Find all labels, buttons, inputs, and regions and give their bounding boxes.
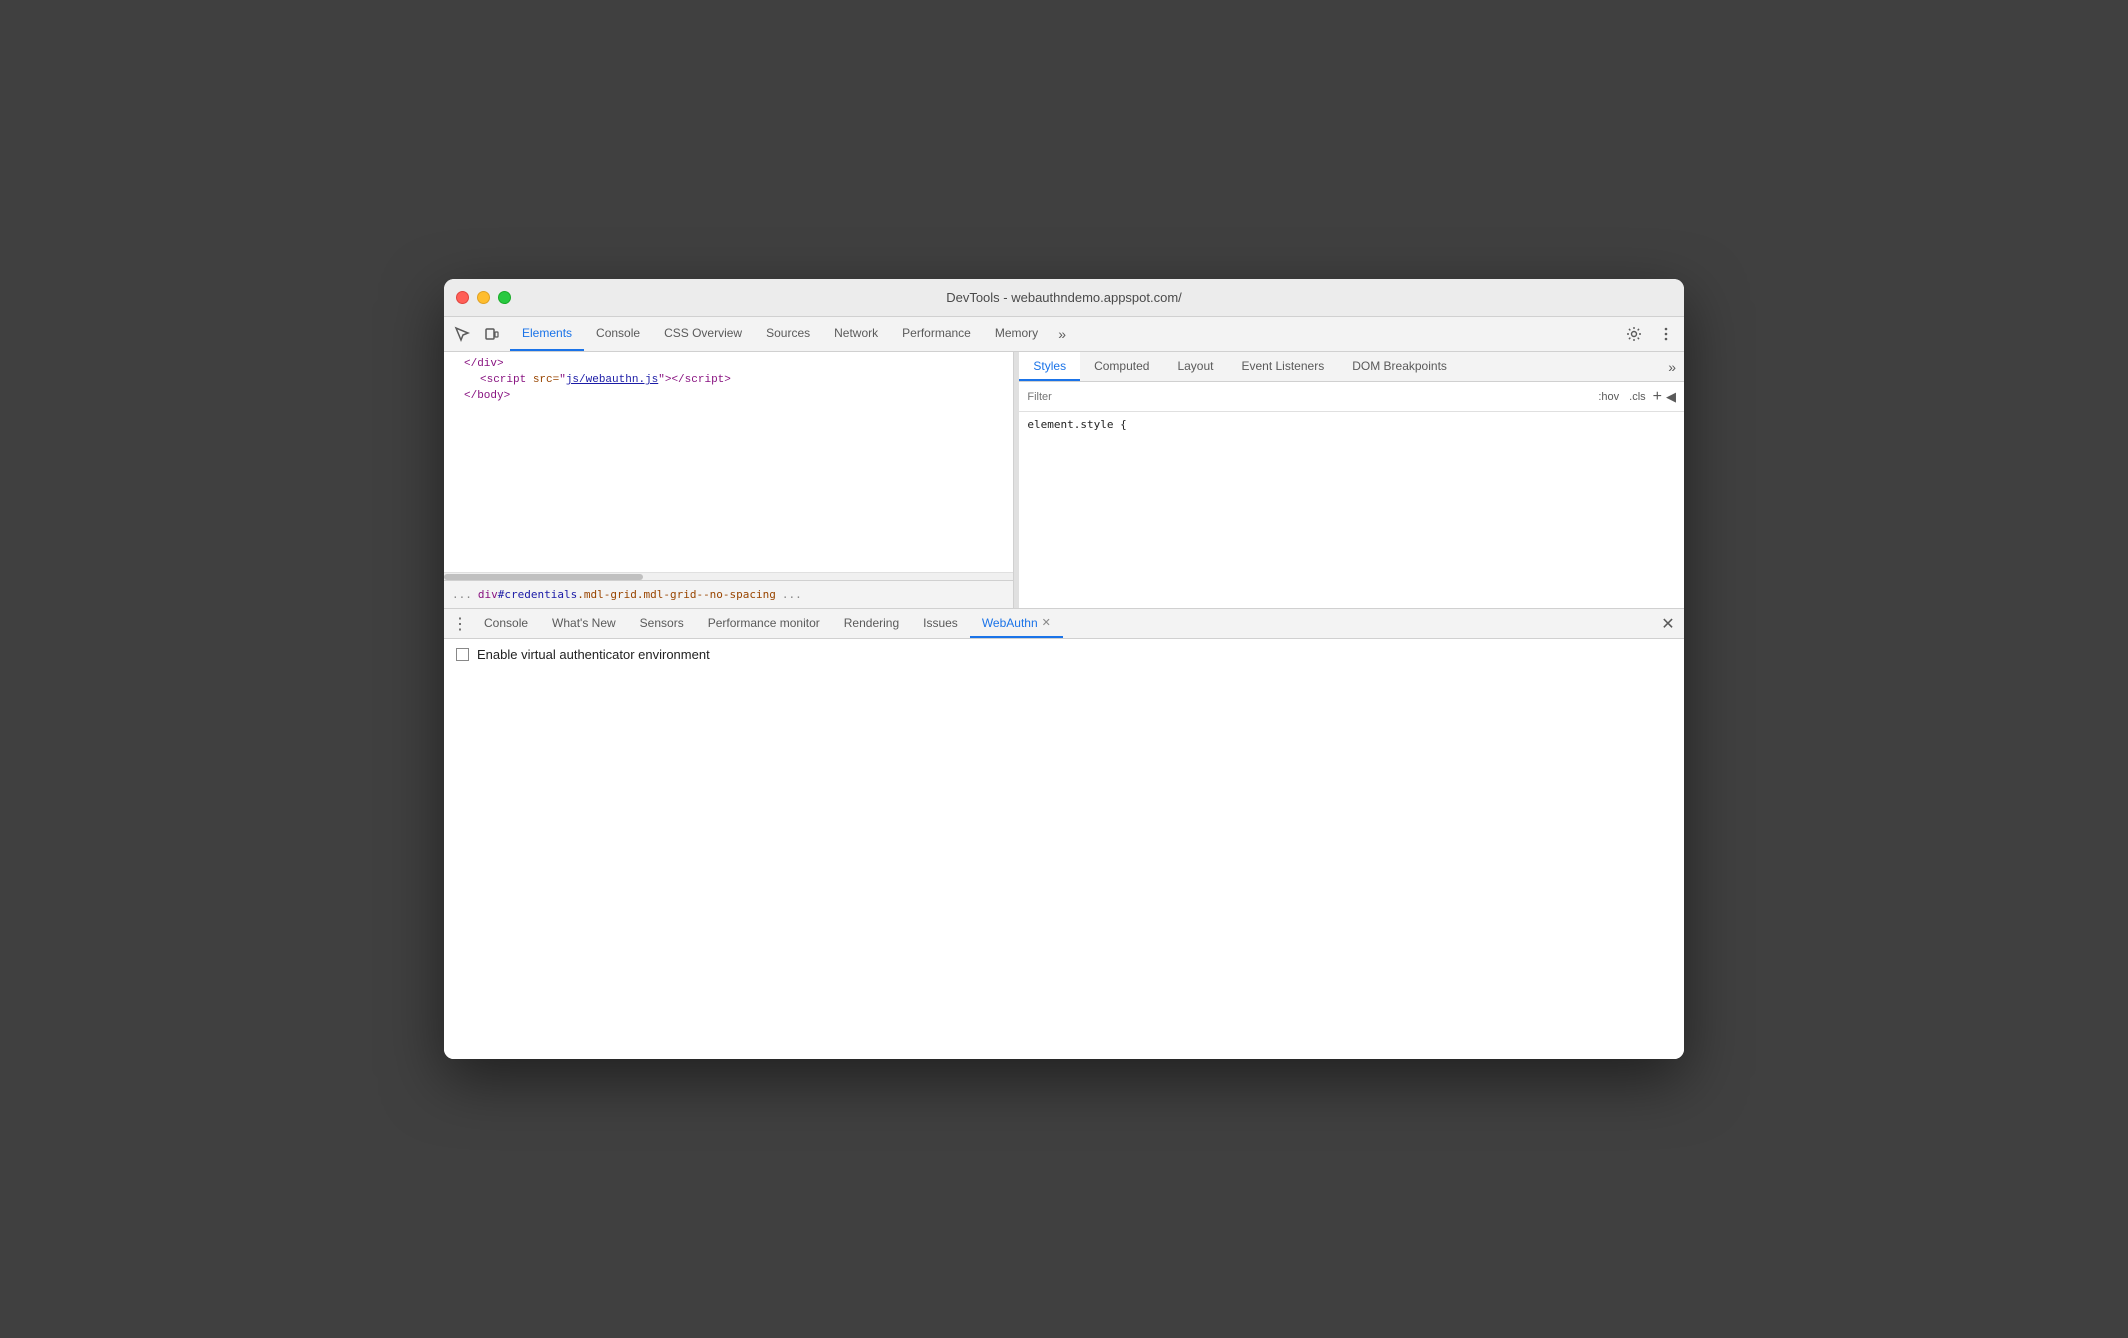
bottom-tab-whats-new[interactable]: What's New — [540, 609, 628, 638]
tab-console[interactable]: Console — [584, 317, 652, 351]
breadcrumb: ... div#credentials.mdl-grid.mdl-grid--n… — [444, 580, 1013, 608]
tab-memory[interactable]: Memory — [983, 317, 1050, 351]
devtools-bottom-panel: ⋮ Console What's New Sensors Performance… — [444, 608, 1684, 1059]
elements-line-3: </body> — [444, 388, 1013, 404]
styles-filter-buttons: :hov .cls + ◀ — [1595, 389, 1676, 405]
breadcrumb-item[interactable]: div#credentials.mdl-grid.mdl-grid--no-sp… — [478, 588, 776, 601]
elements-line-1: </div> — [444, 356, 1013, 372]
scrollbar-thumb — [444, 574, 643, 580]
styles-tab-more-icon[interactable]: » — [1660, 352, 1684, 381]
tab-more-icon[interactable]: » — [1050, 317, 1074, 351]
devtools-window: DevTools - webauthndemo.appspot.com/ — [444, 279, 1684, 1059]
devtools-tabs: Elements Console CSS Overview Sources Ne… — [510, 317, 1620, 351]
styles-tabs: Styles Computed Layout Event Listeners D… — [1019, 352, 1684, 382]
styles-content: element.style { — [1019, 412, 1684, 608]
panel-styles: Styles Computed Layout Event Listeners D… — [1019, 352, 1684, 608]
bottom-tab-rendering[interactable]: Rendering — [832, 609, 911, 638]
elements-line-2[interactable]: <script src="js/webauthn.js"></script> — [444, 372, 1013, 388]
styles-filter-input[interactable] — [1027, 391, 1595, 403]
filter-add-button[interactable]: + — [1653, 389, 1662, 405]
styles-tab-layout[interactable]: Layout — [1163, 352, 1227, 381]
breadcrumb-more[interactable]: ... — [782, 588, 802, 601]
traffic-lights — [456, 291, 511, 304]
bottom-tab-webauthn[interactable]: WebAuthn ✕ — [970, 609, 1063, 638]
elements-tree: </div> <script src="js/webauthn.js"></sc… — [444, 352, 1013, 572]
styles-tab-styles[interactable]: Styles — [1019, 352, 1080, 381]
styles-filter-bar: :hov .cls + ◀ — [1019, 382, 1684, 412]
tab-sources[interactable]: Sources — [754, 317, 822, 351]
filter-hov-button[interactable]: :hov — [1595, 390, 1622, 404]
filter-cls-button[interactable]: .cls — [1626, 390, 1649, 404]
styles-tab-dom-breakpoints[interactable]: DOM Breakpoints — [1338, 352, 1461, 381]
styles-tab-computed[interactable]: Computed — [1080, 352, 1163, 381]
tab-performance[interactable]: Performance — [890, 317, 983, 351]
styles-tab-event-listeners[interactable]: Event Listeners — [1227, 352, 1338, 381]
bottom-tab-issues[interactable]: Issues — [911, 609, 970, 638]
webauthn-content: Enable virtual authenticator environment — [444, 639, 1684, 1059]
bottom-panel-menu-icon[interactable]: ⋮ — [448, 612, 472, 636]
devtools: Elements Console CSS Overview Sources Ne… — [444, 317, 1684, 1059]
minimize-button[interactable] — [477, 291, 490, 304]
bottom-tabs-bar: ⋮ Console What's New Sensors Performance… — [444, 609, 1684, 639]
bottom-tab-webauthn-close[interactable]: ✕ — [1042, 616, 1051, 629]
enable-authenticator-row: Enable virtual authenticator environment — [456, 647, 1672, 662]
tab-elements[interactable]: Elements — [510, 317, 584, 351]
window-title: DevTools - webauthndemo.appspot.com/ — [946, 290, 1182, 305]
toolbar-icons — [448, 320, 506, 348]
element-style-rule: element.style { — [1027, 418, 1676, 431]
elements-horizontal-scrollbar[interactable] — [444, 572, 1013, 580]
devtools-toolbar: Elements Console CSS Overview Sources Ne… — [444, 317, 1684, 352]
panel-elements: </div> <script src="js/webauthn.js"></sc… — [444, 352, 1014, 608]
fullscreen-button[interactable] — [498, 291, 511, 304]
toolbar-right — [1620, 320, 1680, 348]
bottom-tab-console[interactable]: Console — [472, 609, 540, 638]
filter-toggle-button[interactable]: ◀ — [1666, 389, 1676, 405]
device-toolbar-icon[interactable] — [478, 320, 506, 348]
close-button[interactable] — [456, 291, 469, 304]
inspect-icon[interactable] — [448, 320, 476, 348]
breadcrumb-dots[interactable]: ... — [452, 588, 472, 601]
titlebar: DevTools - webauthndemo.appspot.com/ — [444, 279, 1684, 317]
bottom-tab-sensors[interactable]: Sensors — [628, 609, 696, 638]
tab-network[interactable]: Network — [822, 317, 890, 351]
enable-authenticator-label: Enable virtual authenticator environment — [477, 647, 710, 662]
settings-icon[interactable] — [1620, 320, 1648, 348]
menu-icon[interactable] — [1652, 320, 1680, 348]
devtools-main-content: </div> <script src="js/webauthn.js"></sc… — [444, 352, 1684, 608]
bottom-tab-performance-monitor[interactable]: Performance monitor — [696, 609, 832, 638]
enable-authenticator-checkbox[interactable] — [456, 648, 469, 661]
bottom-panel-close-button[interactable]: ✕ — [1656, 612, 1680, 636]
tab-css-overview[interactable]: CSS Overview — [652, 317, 754, 351]
